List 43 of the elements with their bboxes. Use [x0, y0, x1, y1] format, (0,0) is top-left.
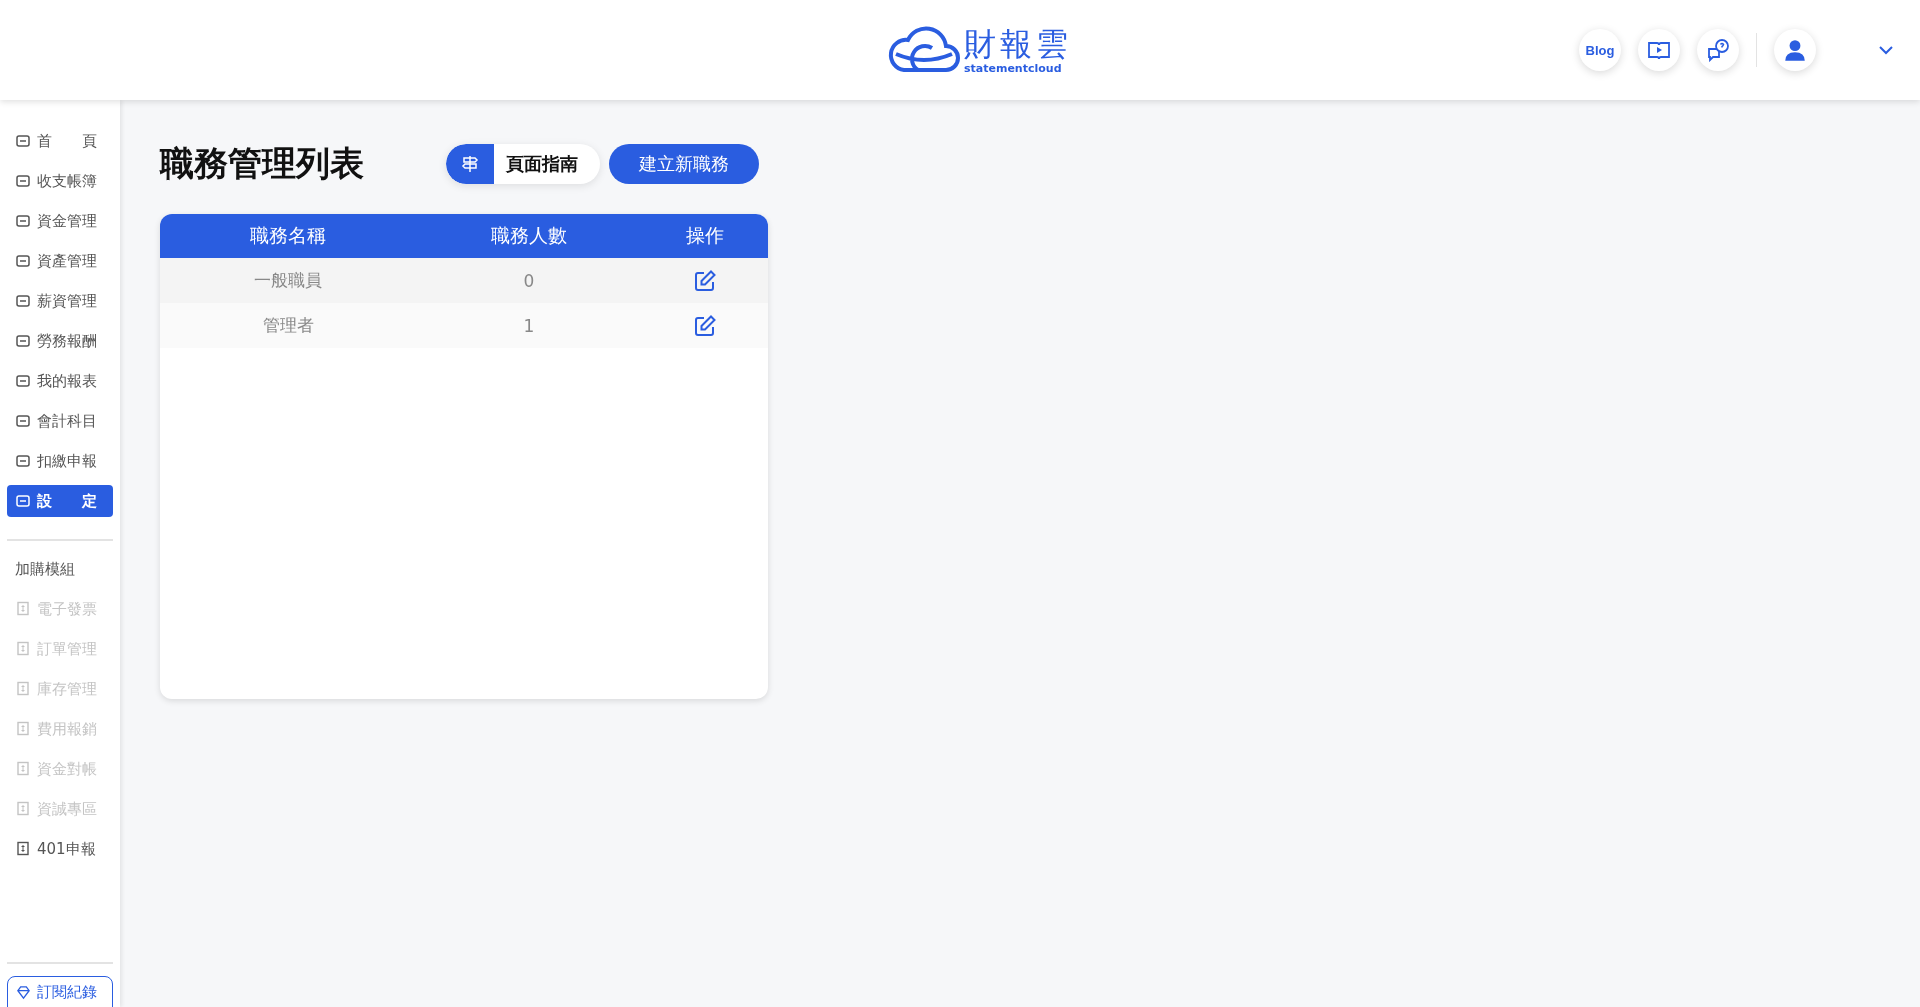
- column-header: 職務名稱: [249, 223, 327, 248]
- column-header: 操作: [685, 223, 725, 248]
- blog-button[interactable]: Blog: [1579, 29, 1621, 71]
- page-title: 職務管理列表: [160, 142, 364, 185]
- sidebar-item[interactable]: 首 頁: [7, 125, 113, 157]
- logo-subtitle: statementcloud: [964, 61, 1063, 75]
- receipt-icon: [15, 841, 31, 857]
- signpost-icon: [460, 154, 480, 174]
- sidebar-item[interactable]: 我的報表: [7, 365, 113, 397]
- help-chat-icon: [1706, 38, 1730, 62]
- video-book-button[interactable]: [1638, 29, 1680, 71]
- receipt-icon: [15, 761, 31, 777]
- help-chat-button[interactable]: [1697, 29, 1739, 71]
- table-cell-text: 0: [522, 270, 536, 291]
- sidebar-item[interactable]: 401申報: [7, 833, 113, 865]
- sidebar-item[interactable]: 資產管理: [7, 245, 113, 277]
- section-title: 加購模組: [14, 559, 76, 580]
- receipt-icon: [15, 601, 31, 617]
- sidebar-item[interactable]: 設 定: [7, 485, 113, 517]
- sidebar-item[interactable]: 會計科目: [7, 405, 113, 437]
- receipt-icon: [15, 681, 31, 697]
- edit-icon[interactable]: [693, 313, 717, 338]
- logo-title: 財報雲: [964, 25, 1072, 62]
- chevron-down-icon[interactable]: [1878, 45, 1894, 55]
- sidebar-item[interactable]: 收支帳簿: [7, 165, 113, 197]
- sidebar-item[interactable]: 薪資管理: [7, 285, 113, 317]
- column-header: 職務人數: [490, 223, 568, 248]
- edit-icon[interactable]: [693, 268, 717, 293]
- table-cell-text: 1: [522, 315, 536, 336]
- sidebar-item[interactable]: 勞務報酬: [7, 325, 113, 357]
- receipt-icon: [15, 641, 31, 657]
- receipt-icon: [15, 801, 31, 817]
- table-cell-text: 一般職員: [253, 269, 323, 292]
- create-job-button[interactable]: 建立新職務: [609, 144, 759, 184]
- subscription-button[interactable]: 訂閱紀錄: [7, 976, 113, 1007]
- user-avatar-button[interactable]: [1774, 29, 1816, 71]
- diamond-icon: [16, 985, 31, 1000]
- sidebar-item[interactable]: 資金管理: [7, 205, 113, 237]
- table-cell-text: 管理者: [261, 314, 315, 337]
- sidebar-item[interactable]: 扣繳申報: [7, 445, 113, 477]
- page-guide-button[interactable]: 頁面指南: [446, 144, 600, 184]
- user-icon: [1782, 37, 1808, 63]
- receipt-icon: [15, 721, 31, 737]
